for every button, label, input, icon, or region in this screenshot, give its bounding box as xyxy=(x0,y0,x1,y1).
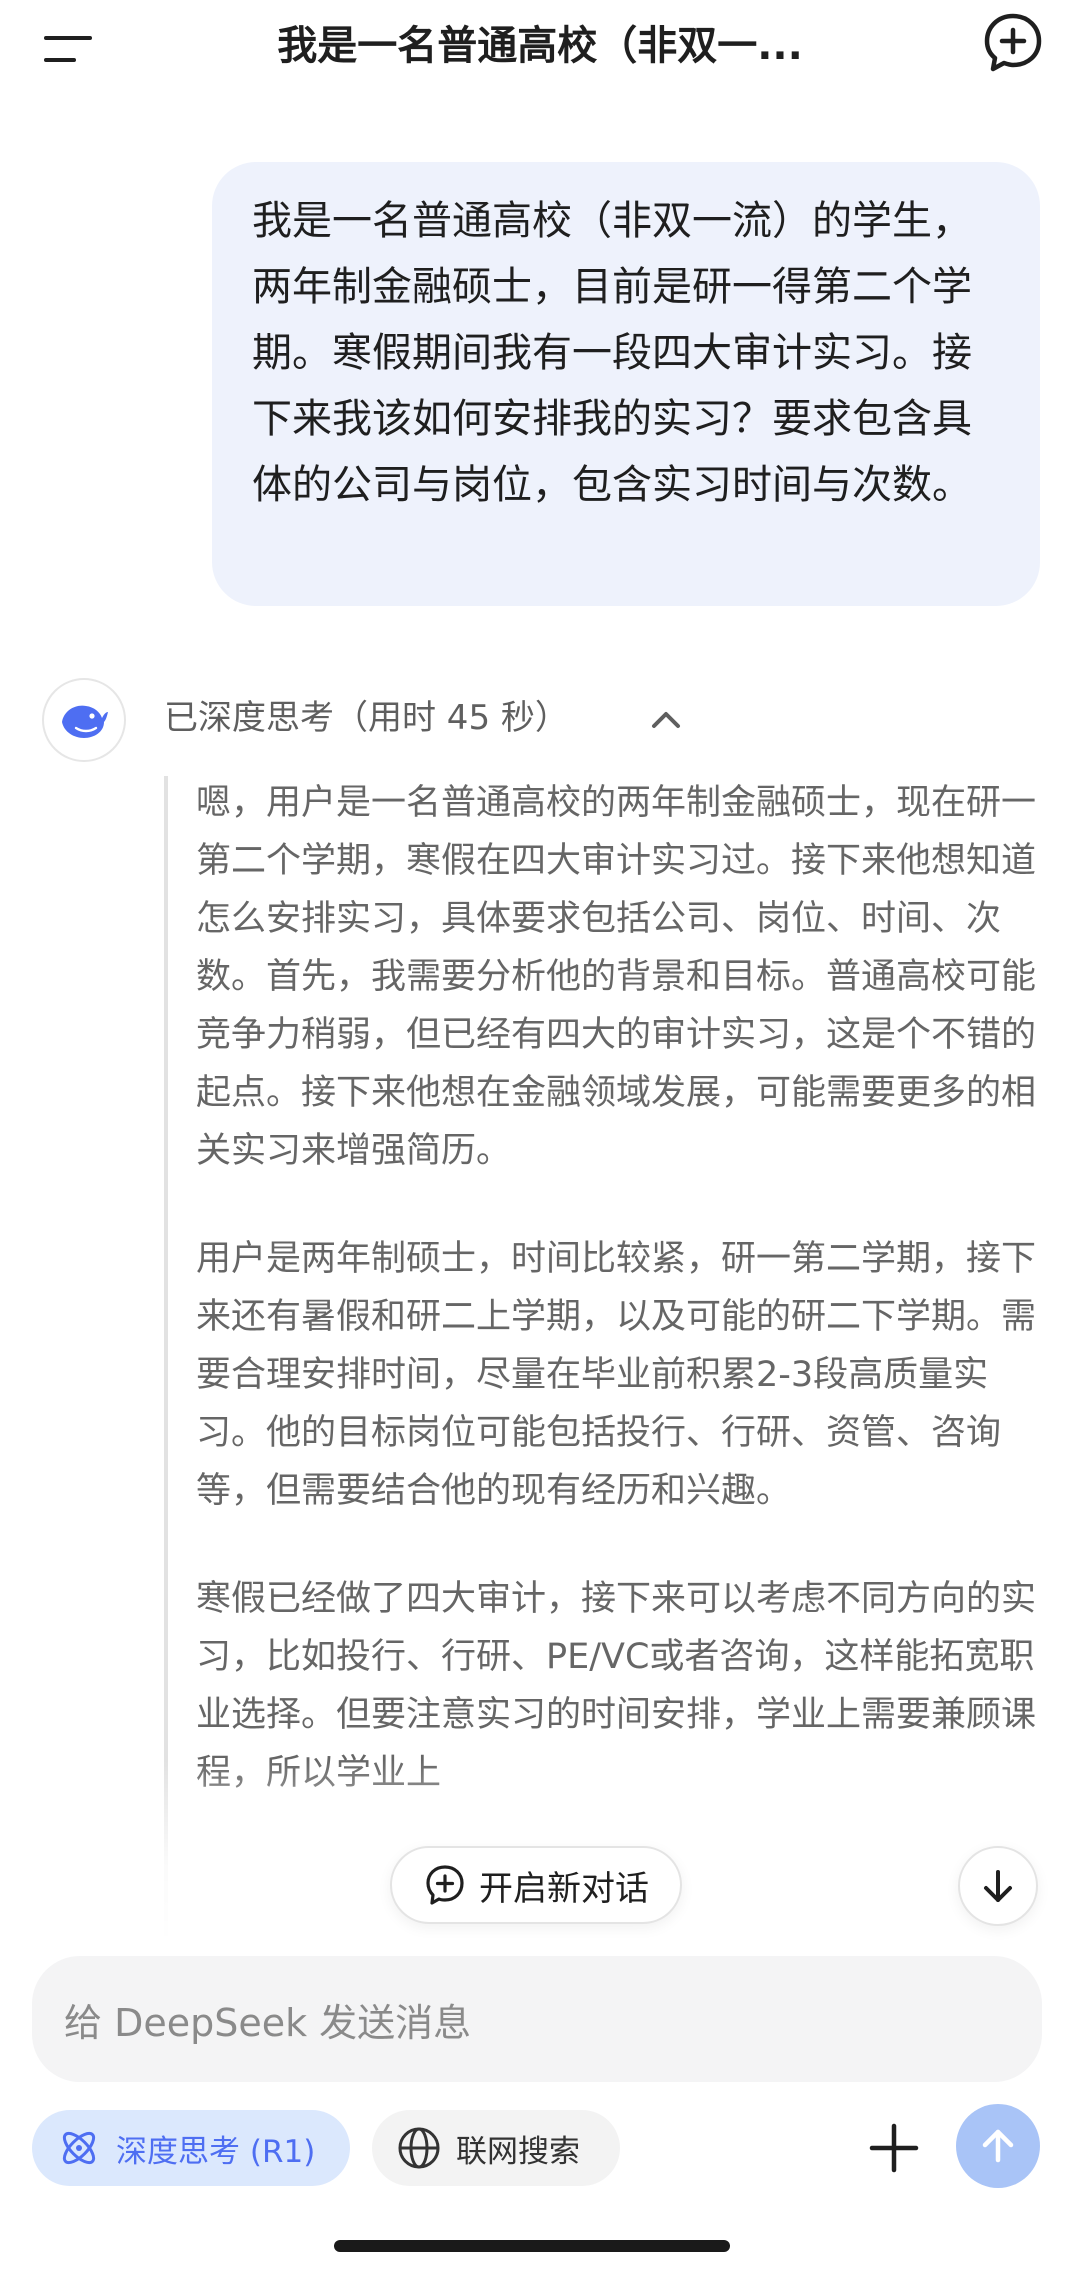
new-chat-plus-icon[interactable] xyxy=(980,10,1046,76)
globe-icon xyxy=(398,2127,440,2169)
new-chat-label: 开启新对话 xyxy=(479,1868,649,1909)
web-search-label: 联网搜索 xyxy=(456,2133,580,2170)
arrow-down-icon xyxy=(984,1870,1012,1902)
user-message-text: 我是一名普通高校（非双一流）的学生，两年制金融硕士，目前是研一得第二个学期。寒假… xyxy=(252,198,972,508)
thinking-paragraph: 嗯，用户是一名普通高校的两年制金融硕士，现在研一第二个学期，寒假在四大审计实习过… xyxy=(196,783,1037,1171)
thinking-status-label[interactable]: 已深度思考（用时 45 秒） xyxy=(164,690,569,746)
send-button[interactable] xyxy=(956,2104,1040,2188)
conversation-title: 我是一名普通高校（非双一... xyxy=(277,23,803,69)
arrow-up-icon xyxy=(982,2129,1014,2163)
home-indicator xyxy=(334,2240,730,2252)
plus-icon[interactable] xyxy=(866,2120,922,2176)
scroll-down-button[interactable] xyxy=(958,1846,1038,1926)
atom-icon xyxy=(62,2131,96,2165)
deepseek-whale-icon xyxy=(42,678,126,762)
message-input[interactable]: 给 DeepSeek 发送消息 xyxy=(32,1956,1042,2082)
new-chat-icon xyxy=(426,1865,464,1905)
menu-icon[interactable] xyxy=(40,18,100,78)
deep-think-label: 深度思考 (R1) xyxy=(116,2133,316,2170)
user-message-bubble: 我是一名普通高校（非双一流）的学生，两年制金融硕士，目前是研一得第二个学期。寒假… xyxy=(212,162,1040,606)
thinking-content: 嗯，用户是一名普通高校的两年制金融硕士，现在研一第二个学期，寒假在四大审计实习过… xyxy=(196,774,1036,1852)
chevron-up-icon[interactable] xyxy=(646,700,686,740)
thinking-paragraph: 用户是两年制硕士，时间比较紧，研一第二学期，接下来还有暑假和研二上学期，以及可能… xyxy=(196,1239,1037,1511)
top-bar: 我是一名普通高校（非双一... xyxy=(0,0,1080,120)
new-chat-button[interactable]: 开启新对话 xyxy=(390,1846,682,1924)
deep-think-toggle[interactable]: 深度思考 (R1) xyxy=(32,2110,350,2186)
message-input-placeholder: 给 DeepSeek 发送消息 xyxy=(64,2000,472,2045)
web-search-toggle[interactable]: 联网搜索 xyxy=(372,2110,620,2186)
